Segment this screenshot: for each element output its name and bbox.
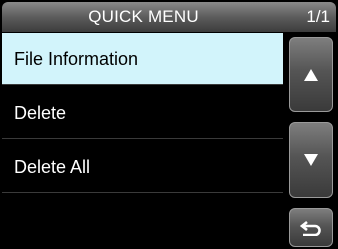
menu-header: QUICK MENU 1/1 [2,2,336,32]
page-indicator: 1/1 [306,7,330,26]
menu-title: QUICK MENU [88,7,199,26]
triangle-down-icon [304,154,318,166]
scroll-down-button[interactable] [289,122,333,198]
return-arrow-icon [300,220,321,236]
scroll-up-button[interactable] [289,37,333,112]
triangle-up-icon [304,68,318,81]
menu-item-delete-all[interactable]: Delete All [2,141,283,193]
menu-item-empty [2,195,283,247]
menu-item-delete[interactable]: Delete [2,87,283,139]
back-button[interactable] [289,208,333,247]
menu-list: File Information Delete Delete All [2,33,283,247]
menu-item-file-information[interactable]: File Information [2,33,283,85]
quick-menu-screen: QUICK MENU 1/1 File Information Delete D… [0,0,338,249]
